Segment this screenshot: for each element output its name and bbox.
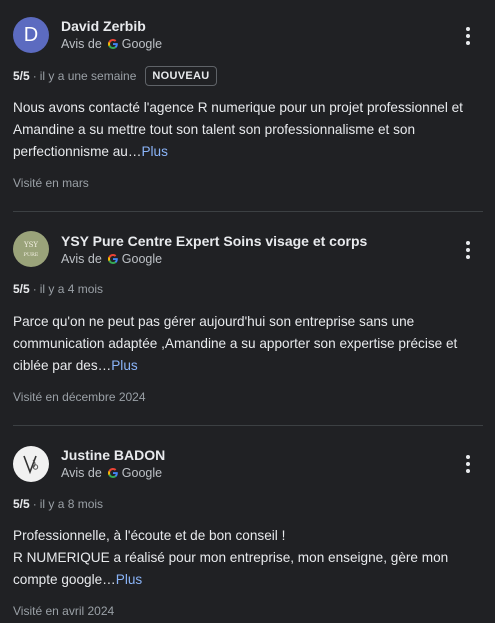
source-prefix: Avis de bbox=[61, 37, 102, 51]
more-options-button[interactable] bbox=[461, 240, 475, 260]
review-meta: 5/5 · il y a une semaine NOUVEAU bbox=[13, 66, 217, 86]
author-name[interactable]: YSY Pure Centre Expert Soins visage et c… bbox=[61, 233, 367, 249]
google-icon bbox=[107, 254, 118, 264]
avatar[interactable]: D bbox=[13, 17, 49, 53]
svg-text:YSY: YSY bbox=[23, 241, 38, 249]
author-name[interactable]: David Zerbib bbox=[61, 18, 146, 34]
new-badge: NOUVEAU bbox=[145, 66, 217, 86]
source-name: Google bbox=[121, 466, 163, 480]
google-icon bbox=[107, 39, 118, 49]
review-text-body: Parce qu'on ne peut pas gérer aujourd'hu… bbox=[13, 314, 458, 373]
review-time: il y a 8 mois bbox=[39, 497, 104, 511]
rating: 5/5 bbox=[13, 69, 30, 83]
review-meta: 5/5 · il y a 4 mois bbox=[13, 282, 104, 296]
avatar[interactable] bbox=[13, 446, 49, 482]
visited-date: Visité en décembre 2024 bbox=[13, 390, 146, 404]
source-name: Google bbox=[121, 252, 163, 266]
more-link[interactable]: Plus bbox=[116, 572, 142, 587]
review-time: il y a une semaine bbox=[39, 69, 137, 83]
source-prefix: Avis de bbox=[61, 466, 102, 480]
review-meta: 5/5 · il y a 8 mois bbox=[13, 497, 104, 511]
source-prefix: Avis de bbox=[61, 252, 102, 266]
review-time: il y a 4 mois bbox=[39, 282, 104, 296]
jb-logo-icon bbox=[23, 455, 39, 475]
review-text: Nous avons contacté l'agence R numerique… bbox=[13, 97, 483, 163]
avatar-letter: D bbox=[23, 23, 39, 46]
svg-text:PURE: PURE bbox=[24, 252, 39, 258]
review-text-body: Nous avons contacté l'agence R numerique… bbox=[13, 100, 463, 159]
review-text: Professionnelle, à l'écoute et de bon co… bbox=[13, 525, 483, 591]
review-text-body: R NUMERIQUE a réalisé pour mon entrepris… bbox=[13, 550, 449, 587]
author-name[interactable]: Justine BADON bbox=[61, 447, 165, 463]
visited-date: Visité en avril 2024 bbox=[13, 604, 115, 618]
visited-date: Visité en mars bbox=[13, 176, 89, 190]
review-source: Avis de Google bbox=[61, 252, 162, 266]
google-icon bbox=[107, 468, 118, 478]
review-text: Parce qu'on ne peut pas gérer aujourd'hu… bbox=[13, 311, 483, 377]
ysy-logo-icon: YSY PURE bbox=[23, 241, 39, 258]
rating: 5/5 bbox=[13, 497, 30, 511]
rating: 5/5 bbox=[13, 282, 30, 296]
more-options-button[interactable] bbox=[461, 454, 475, 474]
review-source: Avis de Google bbox=[61, 466, 162, 480]
source-name: Google bbox=[121, 37, 163, 51]
more-link[interactable]: Plus bbox=[141, 144, 167, 159]
avatar[interactable]: YSY PURE bbox=[13, 231, 49, 267]
divider bbox=[13, 425, 483, 426]
review-source: Avis de Google bbox=[61, 37, 162, 51]
review-text-line: Professionnelle, à l'écoute et de bon co… bbox=[13, 528, 286, 543]
more-options-button[interactable] bbox=[461, 26, 475, 46]
more-link[interactable]: Plus bbox=[111, 358, 137, 373]
divider bbox=[13, 211, 483, 212]
